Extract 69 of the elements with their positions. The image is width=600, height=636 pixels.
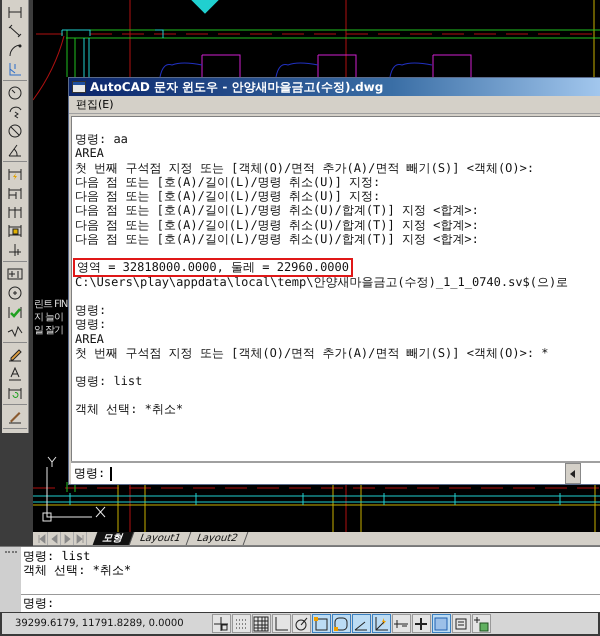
layout-tab[interactable]: 모형: [92, 532, 134, 545]
status-toggle-button[interactable]: [472, 614, 491, 634]
status-toggle-button[interactable]: [392, 614, 411, 634]
log-line: 명령: aa: [75, 132, 129, 146]
jogged-radius-icon[interactable]: [7, 104, 23, 120]
radius-icon[interactable]: [7, 84, 23, 100]
panel-icon: [453, 616, 470, 632]
log-line: 다음 점 또는 [호(A)/길이(L)/명령 취소(U)/합계(T)] 지정 <합계>:: [75, 232, 480, 246]
background-text: 린트 FIN: [34, 298, 68, 311]
pencil-icon[interactable]: [7, 346, 23, 362]
app-window-icon: [72, 81, 86, 93]
status-toggle-button[interactable]: [432, 614, 451, 634]
status-toggle-button[interactable]: [372, 614, 391, 634]
ucs-icon: [42, 456, 106, 522]
log-line: C:\Users\play\appdata\local\temp\안양새마을금고(수정)_1_1_0740.sv$(으)로: [75, 274, 570, 289]
window-title: AutoCAD 문자 윈도우 - 안양새마을금고(수정).dwg: [90, 78, 384, 96]
snap-square-icon: [313, 616, 330, 632]
crosshair-icon: [213, 616, 230, 632]
layout-tab[interactable]: Layout1: [130, 532, 192, 545]
aligned-dimension-icon[interactable]: [7, 22, 23, 38]
log-line: 명령: list: [75, 374, 144, 388]
status-toggle-button[interactable]: [312, 614, 331, 634]
grid-icon: [253, 616, 270, 632]
status-toggle-button[interactable]: [252, 614, 271, 634]
log-line: 명령:: [75, 317, 108, 332]
log-line: 첫 번째 구석점 지정 또는 [객체(O)/면적 추가(A)/면적 빼기(S)] <객체(O)>: *: [75, 346, 550, 360]
text-cursor: [110, 466, 112, 480]
right-angle-icon: [273, 616, 290, 632]
arc-dimension-icon[interactable]: [7, 42, 23, 58]
rounded-square-icon: [333, 616, 350, 632]
axes-icon: [373, 616, 390, 632]
log-line: 다음 점 또는 [호(A)/길이(L)/명령 취소(U)] 지정:: [75, 189, 382, 204]
log-line: 다음 점 또는 [호(A)/길이(L)/명령 취소(U)/합계(T)] 지정 <합계>:: [75, 203, 480, 218]
plus-icon: [413, 616, 430, 632]
log-line: 다음 점 또는 [호(A)/길이(L)/명령 취소(U)] 지정:: [75, 174, 382, 190]
status-toggle-button[interactable]: [212, 614, 231, 634]
background-text: 일 잘기: [34, 324, 64, 337]
diameter-icon[interactable]: [7, 122, 23, 138]
log-line: AREA: [75, 146, 105, 161]
menu-item[interactable]: 편집(E): [73, 97, 117, 112]
log-line: 첫 번째 구석점 지정 또는 [객체(O)/면적 추가(A)/면적 빼기(S)] <객체(O)>:: [75, 160, 536, 175]
command-history-line: 객체 선택: *취소*: [23, 563, 132, 577]
status-toggle-button[interactable]: [452, 614, 471, 634]
layout-tab[interactable]: Layout2: [187, 532, 250, 545]
center-mark-icon[interactable]: [7, 284, 23, 300]
text-dimension-icon[interactable]: [7, 366, 23, 382]
highlighted-log-line: 영역 = 32818000.0000, 둘레 = 22960.0000: [75, 260, 351, 275]
status-toggle-button[interactable]: [272, 614, 291, 634]
status-toggle-button[interactable]: [292, 614, 311, 634]
status-toggle-button[interactable]: [332, 614, 351, 634]
command-history-line: 명령: list: [23, 549, 92, 563]
scroll-left-button[interactable]: [565, 463, 581, 484]
left-arrow-icon: [570, 470, 576, 478]
prompt-label: 명령:: [74, 465, 106, 482]
add-square-icon: [473, 616, 490, 632]
dimension-space-icon[interactable]: [7, 222, 23, 238]
status-toggle-button[interactable]: [352, 614, 371, 634]
log-line: 명령:: [75, 302, 108, 318]
panel-grip[interactable]: [5, 551, 17, 556]
log-line: AREA: [75, 332, 105, 346]
log-line: 다음 점 또는 [호(A)/길이(L)/명령 취소(U)/합계(T)] 지정 <합계>:: [75, 218, 480, 232]
background-text: 지 늘이: [34, 311, 64, 324]
status-toggle-button[interactable]: [232, 614, 251, 634]
log-line: 객체 선택: *취소*: [75, 402, 184, 417]
polar-icon: [293, 616, 310, 632]
tolerance-icon[interactable]: [7, 266, 23, 282]
dimension-break-icon[interactable]: [7, 242, 23, 258]
status-toggle-button[interactable]: [412, 614, 431, 634]
cursor-coordinates: 39299.6179, 11791.8289, 0.0000: [15, 618, 184, 630]
